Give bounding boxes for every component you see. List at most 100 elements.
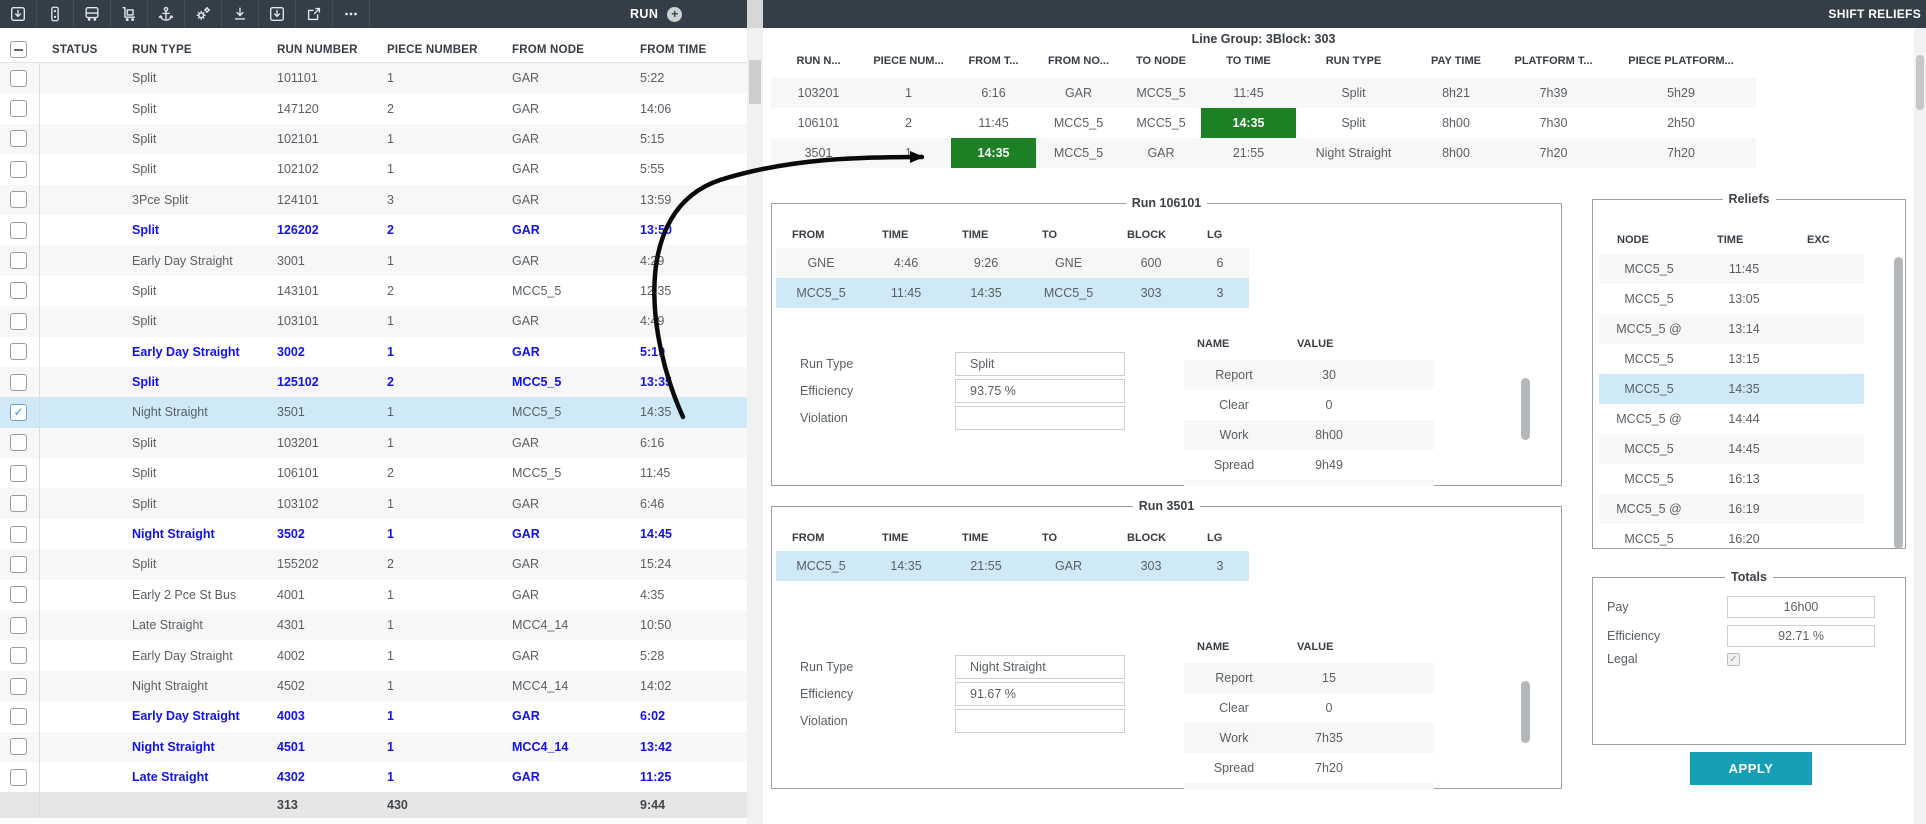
row-checkbox[interactable] xyxy=(10,282,27,299)
relief-row[interactable]: MCC5_516:20 xyxy=(1599,524,1864,554)
row-checkbox[interactable] xyxy=(10,191,27,208)
lg-col-piece-number[interactable]: PIECE NUM... xyxy=(866,52,951,70)
table-row[interactable]: Split1021011GAR5:15 xyxy=(0,124,747,154)
line-group-row[interactable]: 10320116:16GARMCC5_511:45Split8h217h395h… xyxy=(771,78,1756,108)
run-type-input[interactable] xyxy=(955,655,1125,679)
row-checkbox[interactable] xyxy=(10,556,27,573)
violation-input[interactable] xyxy=(955,709,1125,733)
efficiency-input[interactable] xyxy=(955,682,1125,706)
lg-col-run-number[interactable]: RUN N... xyxy=(771,52,866,70)
row-checkbox[interactable] xyxy=(10,130,27,147)
row-checkbox[interactable] xyxy=(10,617,27,634)
export-icon[interactable] xyxy=(259,0,296,28)
row-checkbox[interactable] xyxy=(10,647,27,664)
table-row[interactable]: Early Day Straight30021GAR5:19 xyxy=(0,337,747,367)
row-checkbox[interactable] xyxy=(10,495,27,512)
apply-button[interactable]: APPLY xyxy=(1690,752,1812,785)
window-scrollbar-thumb[interactable] xyxy=(1916,55,1924,110)
pay-input[interactable] xyxy=(1727,596,1875,618)
table-row[interactable]: Split1061012MCC5_511:45 xyxy=(0,458,747,488)
col-header-piece-number[interactable]: PIECE NUMBER xyxy=(375,44,500,56)
table-row[interactable]: Night Straight35021GAR14:45 xyxy=(0,519,747,549)
col-header-status[interactable]: STATUS xyxy=(40,44,120,56)
relief-row[interactable]: MCC5_513:15 xyxy=(1599,344,1864,374)
lg-col-from-time[interactable]: FROM T... xyxy=(951,52,1036,70)
row-checkbox[interactable] xyxy=(10,252,27,269)
rel-col-node[interactable]: NODE xyxy=(1599,228,1699,252)
lg-col-from-node[interactable]: FROM NO... xyxy=(1036,52,1121,70)
violation-input[interactable] xyxy=(955,406,1125,430)
left-scrollbar-thumb[interactable] xyxy=(749,60,761,104)
line-group-row[interactable]: 106101211:45MCC5_5MCC5_514:35Split8h007h… xyxy=(771,108,1756,138)
row-checkbox[interactable] xyxy=(10,769,27,786)
more-icon[interactable] xyxy=(333,0,370,28)
row-checkbox[interactable] xyxy=(10,404,27,421)
table-row[interactable]: Split1032011GAR6:16 xyxy=(0,428,747,458)
relief-row[interactable]: MCC5_514:35 xyxy=(1599,374,1864,404)
table-row[interactable]: Split1021021GAR5:55 xyxy=(0,154,747,184)
trip-row[interactable]: MCC5_514:3521:55GAR3033 xyxy=(776,551,1249,581)
table-row[interactable]: Split1031011GAR4:49 xyxy=(0,306,747,336)
row-checkbox[interactable] xyxy=(10,708,27,725)
relief-row[interactable]: MCC5_5 @13:14 xyxy=(1599,314,1864,344)
lg-col-piece-platform[interactable]: PIECE PLATFORM... xyxy=(1606,52,1756,70)
row-checkbox[interactable] xyxy=(10,526,27,543)
row-checkbox[interactable] xyxy=(10,70,27,87)
table-row[interactable]: Late Straight43021GAR11:25 xyxy=(0,762,747,792)
relief-row[interactable]: MCC5_513:05 xyxy=(1599,284,1864,314)
table-row[interactable]: Early 2 Pce St Bus40011GAR4:35 xyxy=(0,580,747,610)
relief-row[interactable]: MCC5_511:45 xyxy=(1599,254,1864,284)
open-external-icon[interactable] xyxy=(296,0,333,28)
row-checkbox[interactable] xyxy=(10,678,27,695)
row-checkbox[interactable] xyxy=(10,222,27,239)
efficiency-input[interactable] xyxy=(1727,625,1875,647)
table-row[interactable]: Night Straight45021MCC4_1414:02 xyxy=(0,671,747,701)
row-checkbox[interactable] xyxy=(10,586,27,603)
table-row[interactable]: Split1431012MCC5_512:35 xyxy=(0,276,747,306)
lg-col-pay-time[interactable]: PAY TIME xyxy=(1411,52,1501,70)
table-row[interactable]: Split1011011GAR5:22 xyxy=(0,63,747,93)
col-header-from-time[interactable]: FROM TIME xyxy=(628,44,747,56)
col-header-from-node[interactable]: FROM NODE xyxy=(500,44,628,56)
table-row[interactable]: Night Straight35011MCC5_514:35 xyxy=(0,397,747,427)
lg-col-run-type[interactable]: RUN TYPE xyxy=(1296,52,1411,70)
row-checkbox[interactable] xyxy=(10,738,27,755)
col-header-run-number[interactable]: RUN NUMBER xyxy=(265,44,375,56)
services-icon[interactable] xyxy=(185,0,222,28)
rel-col-exc[interactable]: EXC xyxy=(1789,228,1849,252)
select-all-checkbox[interactable] xyxy=(10,41,27,58)
efficiency-input[interactable] xyxy=(955,379,1125,403)
trolley-icon[interactable] xyxy=(111,0,148,28)
table-row[interactable]: Split1471202GAR14:06 xyxy=(0,93,747,123)
reliefs-scrollbar-thumb[interactable] xyxy=(1894,257,1903,549)
stats-scrollbar-thumb[interactable] xyxy=(1521,681,1530,743)
col-header-run-type[interactable]: RUN TYPE xyxy=(120,44,265,56)
table-row[interactable]: Split1251022MCC5_513:35 xyxy=(0,367,747,397)
cards-icon[interactable] xyxy=(37,0,74,28)
row-checkbox[interactable] xyxy=(10,161,27,178)
table-row[interactable]: Split1031021GAR6:46 xyxy=(0,488,747,518)
anchor-icon[interactable] xyxy=(148,0,185,28)
lg-col-to-node[interactable]: TO NODE xyxy=(1121,52,1201,70)
row-checkbox[interactable] xyxy=(10,100,27,117)
window-vertical-scrollbar[interactable] xyxy=(1914,28,1926,824)
relief-row[interactable]: MCC5_516:13 xyxy=(1599,464,1864,494)
relief-row[interactable]: MCC5_5 @14:44 xyxy=(1599,404,1864,434)
legal-checkbox[interactable] xyxy=(1727,653,1740,666)
table-row[interactable]: Split1552022GAR15:24 xyxy=(0,549,747,579)
relief-row[interactable]: MCC5_5 @16:19 xyxy=(1599,494,1864,524)
stats-scrollbar-thumb[interactable] xyxy=(1521,378,1530,440)
run-type-input[interactable] xyxy=(955,352,1125,376)
bus-icon[interactable] xyxy=(74,0,111,28)
table-row[interactable]: Split1262022GAR13:50 xyxy=(0,215,747,245)
lg-col-to-time[interactable]: TO TIME xyxy=(1201,52,1296,70)
relief-row[interactable]: MCC5_514:45 xyxy=(1599,434,1864,464)
left-vertical-scrollbar[interactable] xyxy=(747,28,763,824)
table-row[interactable]: Night Straight45011MCC4_1413:42 xyxy=(0,732,747,762)
table-row[interactable]: Late Straight43011MCC4_1410:50 xyxy=(0,610,747,640)
add-run-icon[interactable]: + xyxy=(667,7,682,22)
rel-col-time[interactable]: TIME xyxy=(1699,228,1789,252)
table-row[interactable]: Early Day Straight40021GAR5:28 xyxy=(0,640,747,670)
table-row[interactable]: 3Pce Split1241013GAR13:59 xyxy=(0,185,747,215)
line-group-row[interactable]: 3501114:35MCC5_5GAR21:55Night Straight8h… xyxy=(771,138,1756,168)
